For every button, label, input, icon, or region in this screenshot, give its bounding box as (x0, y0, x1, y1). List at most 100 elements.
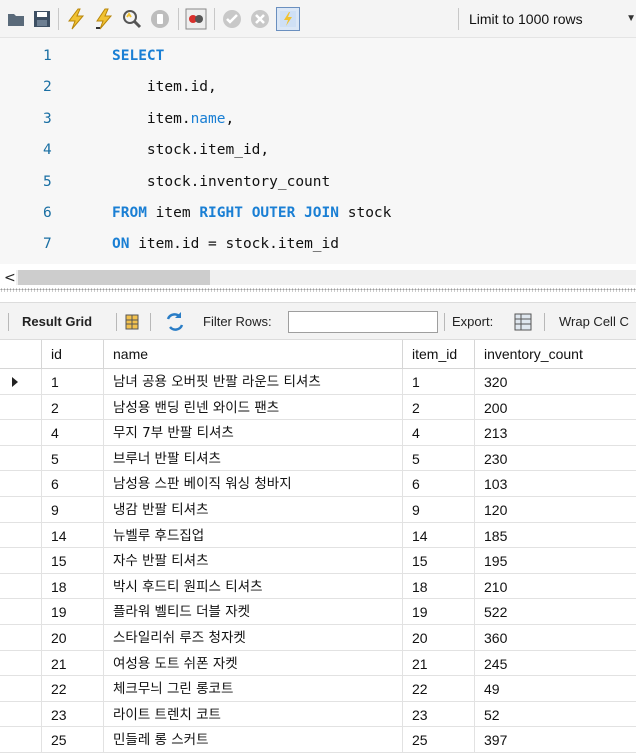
cell-inventory-count[interactable]: 103 (475, 471, 636, 497)
row-header[interactable] (0, 497, 42, 523)
cell-item-id[interactable]: 6 (403, 471, 475, 497)
row-header[interactable] (0, 676, 42, 702)
table-row[interactable]: 22 체크무늬 그린 롱코트 22 49 (0, 676, 636, 702)
cell-id[interactable]: 19 (42, 599, 104, 625)
table-row[interactable]: 2 남성용 밴딩 린넨 와이드 팬츠 2 200 (0, 394, 636, 421)
cell-name[interactable]: 냉감 반팔 티셔츠 (104, 497, 403, 523)
scroll-thumb[interactable] (18, 270, 210, 285)
code-line[interactable]: 7 ON item.id = stock.item_id (0, 232, 636, 256)
sql-editor[interactable]: 1 SELECT 2 item.id, 3 item.name, 4 stock.ite… (0, 38, 636, 264)
execute-current-icon[interactable] (92, 7, 116, 31)
cell-id[interactable]: 2 (42, 394, 104, 421)
grid-view-icon[interactable] (124, 303, 142, 341)
scroll-left-arrow-icon[interactable]: < (4, 270, 16, 286)
row-header[interactable] (0, 701, 42, 728)
cell-inventory-count[interactable]: 230 (475, 446, 636, 472)
table-row[interactable]: 5 브루너 반팔 티셔츠 5 230 (0, 445, 636, 472)
result-grid-button[interactable]: Result Grid (22, 303, 92, 341)
autocommit-icon[interactable] (276, 7, 300, 31)
limit-rows-select[interactable]: Limit to 1000 rows ▼ (467, 8, 636, 30)
cell-inventory-count[interactable]: 200 (475, 395, 636, 421)
column-header-id[interactable]: id (42, 340, 104, 369)
row-header[interactable] (0, 573, 42, 600)
table-row[interactable]: 20 스타일리쉬 루즈 청자켓 20 360 (0, 625, 636, 651)
cell-item-id[interactable]: 20 (403, 625, 475, 651)
row-header[interactable] (0, 394, 42, 421)
table-row[interactable]: 23 라이트 트렌치 코트 23 52 (0, 701, 636, 728)
horizontal-scrollbar[interactable]: < (0, 264, 636, 292)
table-row[interactable]: 21 여성용 도트 쉬폰 자켓 21 245 (0, 650, 636, 677)
cell-inventory-count[interactable]: 52 (475, 702, 636, 728)
code-line[interactable]: 6 FROM item RIGHT OUTER JOIN stock (0, 201, 636, 225)
cell-id[interactable]: 5 (42, 445, 104, 472)
cell-id[interactable]: 4 (42, 420, 104, 446)
code-line[interactable]: 2 item.id, (0, 75, 636, 99)
cell-name[interactable]: 여성용 도트 쉬폰 자켓 (104, 650, 403, 677)
cell-id[interactable]: 9 (42, 497, 104, 523)
code-line[interactable]: 1 SELECT (0, 44, 636, 68)
cell-item-id[interactable]: 9 (403, 497, 475, 523)
table-row[interactable]: 19 플라워 벨티드 더블 자켓 19 522 (0, 599, 636, 625)
cell-name[interactable]: 박시 후드티 원피스 티셔츠 (104, 573, 403, 600)
row-header[interactable] (0, 522, 42, 549)
cell-item-id[interactable]: 15 (403, 548, 475, 574)
row-header[interactable] (0, 420, 42, 446)
cell-inventory-count[interactable]: 195 (475, 548, 636, 574)
save-icon[interactable] (30, 7, 54, 31)
explain-icon[interactable] (120, 7, 144, 31)
cell-name[interactable]: 남녀 공용 오버핏 반팔 라운드 티셔츠 (104, 369, 403, 395)
cell-name[interactable]: 체크무늬 그린 롱코트 (104, 676, 403, 702)
cell-id[interactable]: 15 (42, 548, 104, 574)
cell-item-id[interactable]: 18 (403, 573, 475, 600)
cell-inventory-count[interactable]: 245 (475, 651, 636, 677)
cell-name[interactable]: 뉴벨루 후드집업 (104, 522, 403, 549)
cell-id[interactable]: 14 (42, 522, 104, 549)
cell-inventory-count[interactable]: 522 (475, 599, 636, 625)
table-row[interactable]: 9 냉감 반팔 티셔츠 9 120 (0, 497, 636, 523)
code-line[interactable]: 5 stock.inventory_count (0, 170, 636, 194)
cell-inventory-count[interactable]: 360 (475, 625, 636, 651)
stop-icon[interactable] (148, 7, 172, 31)
result-grid[interactable]: id name item_id inventory_count 1 남녀 공용 오… (0, 340, 636, 753)
cell-item-id[interactable]: 5 (403, 445, 475, 472)
cell-id[interactable]: 23 (42, 701, 104, 728)
commit-icon[interactable] (220, 7, 244, 31)
table-row[interactable]: 18 박시 후드티 원피스 티셔츠 18 210 (0, 573, 636, 600)
row-header[interactable] (0, 727, 42, 753)
table-row[interactable]: 6 남성용 스판 베이직 워싱 청바지 6 103 (0, 471, 636, 497)
table-row[interactable]: 15 자수 반팔 티셔츠 15 195 (0, 548, 636, 574)
cell-name[interactable]: 스타일리쉬 루즈 청자켓 (104, 625, 403, 651)
table-row[interactable]: 4 무지 7부 반팔 티셔츠 4 213 (0, 420, 636, 446)
cell-item-id[interactable]: 4 (403, 420, 475, 446)
cell-name[interactable]: 무지 7부 반팔 티셔츠 (104, 420, 403, 446)
export-icon[interactable] (513, 303, 535, 341)
row-header[interactable] (0, 548, 42, 574)
cell-id[interactable]: 22 (42, 676, 104, 702)
toggle-error-icon[interactable] (184, 7, 208, 31)
cell-inventory-count[interactable]: 397 (475, 727, 636, 753)
table-row[interactable]: 1 남녀 공용 오버핏 반팔 라운드 티셔츠 1 320 (0, 369, 636, 395)
cell-inventory-count[interactable]: 213 (475, 420, 636, 446)
row-header[interactable] (0, 369, 42, 395)
cell-item-id[interactable]: 22 (403, 676, 475, 702)
cell-name[interactable]: 브루너 반팔 티셔츠 (104, 445, 403, 472)
cell-item-id[interactable]: 14 (403, 522, 475, 549)
row-header[interactable] (0, 650, 42, 677)
table-row[interactable]: 25 민들레 롱 스커트 25 397 (0, 727, 636, 753)
table-row[interactable]: 14 뉴벨루 후드집업 14 185 (0, 522, 636, 549)
rollback-icon[interactable] (248, 7, 272, 31)
cell-inventory-count[interactable]: 210 (475, 574, 636, 600)
execute-icon[interactable] (64, 7, 88, 31)
cell-inventory-count[interactable]: 120 (475, 497, 636, 523)
row-header[interactable] (0, 625, 42, 651)
cell-name[interactable]: 라이트 트렌치 코트 (104, 701, 403, 728)
cell-name[interactable]: 민들레 롱 스커트 (104, 727, 403, 753)
row-header[interactable] (0, 599, 42, 625)
cell-name[interactable]: 남성용 스판 베이직 워싱 청바지 (104, 471, 403, 497)
code-line[interactable]: 3 item.name, (0, 107, 636, 131)
cell-inventory-count[interactable]: 320 (475, 369, 636, 395)
refresh-icon[interactable] (164, 303, 188, 341)
column-header-inventory-count[interactable]: inventory_count (475, 340, 636, 369)
cell-id[interactable]: 21 (42, 650, 104, 677)
row-header[interactable] (0, 471, 42, 497)
